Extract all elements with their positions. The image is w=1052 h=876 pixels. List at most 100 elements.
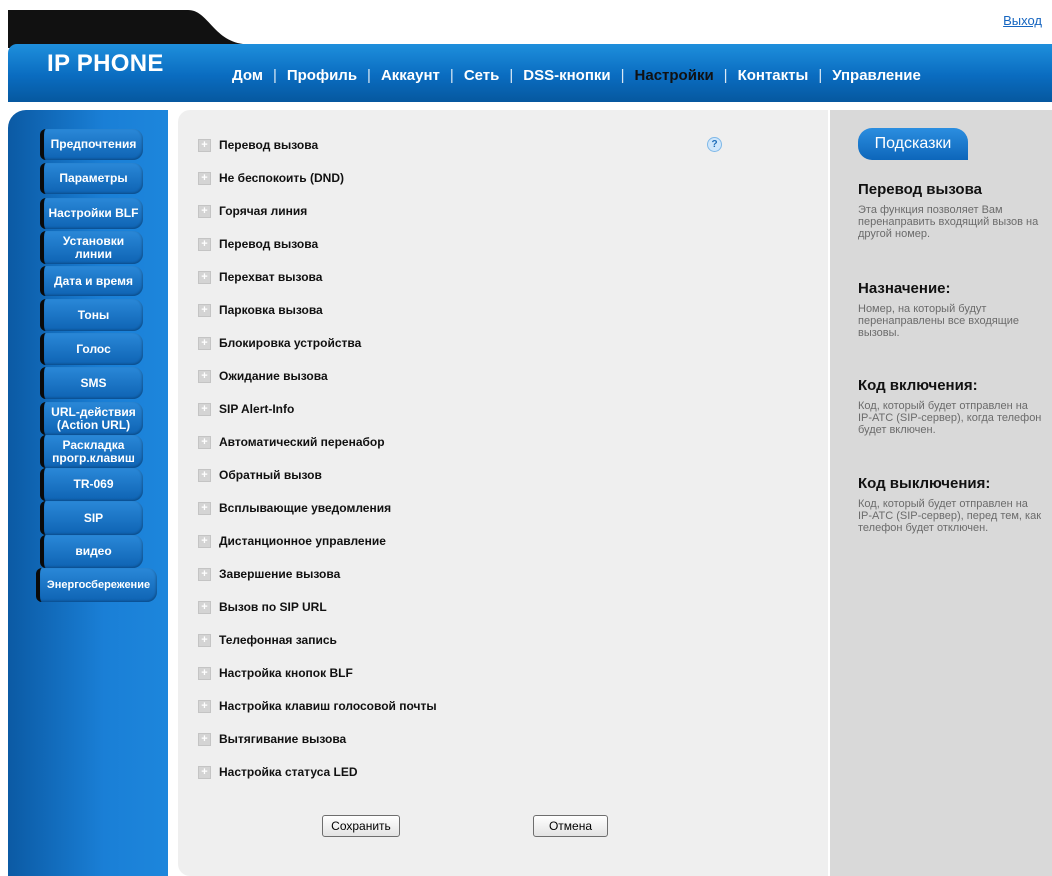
hint-title: Перевод вызова	[858, 181, 982, 198]
section-label: Всплывающие уведомления	[219, 501, 392, 515]
settings-section[interactable]: + Всплывающие уведомления	[198, 500, 391, 516]
nav-separator: |	[509, 66, 514, 84]
expand-icon[interactable]: +	[198, 270, 211, 284]
settings-section[interactable]: + Настройка статуса LED	[198, 764, 358, 780]
section-label: Вызов по SIP URL	[219, 600, 327, 614]
hints-tab: Подсказки	[858, 128, 968, 160]
settings-panel	[178, 110, 828, 876]
settings-section[interactable]: + Вызов по SIP URL	[198, 599, 327, 615]
settings-section[interactable]: + Горячая линия	[198, 203, 307, 219]
settings-section[interactable]: + Настройка кнопок BLF	[198, 665, 353, 681]
sidebar-item-0[interactable]: Предпочтения	[40, 129, 143, 160]
expand-icon[interactable]: +	[198, 732, 211, 746]
header-tab-shape	[8, 10, 1052, 48]
section-label: Настройка клавиш голосовой почты	[219, 699, 437, 713]
nav-separator: |	[620, 66, 625, 84]
nav-item-6[interactable]: Контакты	[738, 67, 809, 84]
expand-icon[interactable]: +	[198, 138, 211, 152]
help-icon[interactable]: ?	[707, 137, 722, 152]
settings-section[interactable]: + Перевод вызова	[198, 236, 318, 252]
section-label: Завершение вызова	[219, 567, 341, 581]
expand-icon[interactable]: +	[198, 402, 211, 416]
sidebar-item-12[interactable]: видео	[40, 535, 143, 568]
sidebar-item-8[interactable]: URL-действия (Action URL)	[40, 402, 143, 435]
section-label: Блокировка устройства	[219, 336, 362, 350]
section-label: Не беспокоить (DND)	[219, 171, 344, 185]
sidebar-item-3[interactable]: Установки линии	[40, 231, 143, 264]
settings-section[interactable]: + Дистанционное управление	[198, 533, 386, 549]
settings-section[interactable]: + Телефонная запись	[198, 632, 337, 648]
expand-icon[interactable]: +	[198, 765, 211, 779]
expand-icon[interactable]: +	[198, 501, 211, 515]
nav-separator: |	[723, 66, 728, 84]
sidebar-item-2[interactable]: Настройки BLF	[40, 198, 143, 229]
nav-item-0[interactable]: Дом	[232, 67, 263, 84]
nav-item-7[interactable]: Управление	[832, 67, 921, 84]
section-label: Дистанционное управление	[219, 534, 386, 548]
settings-section[interactable]: + Блокировка устройства	[198, 335, 361, 351]
settings-section[interactable]: + Автоматический перенабор	[198, 434, 385, 450]
expand-icon[interactable]: +	[198, 369, 211, 383]
section-label: Перевод вызова	[219, 237, 319, 251]
sidebar-item-13[interactable]: Энергосбережение	[36, 568, 157, 602]
sidebar-item-5[interactable]: Тоны	[40, 299, 143, 331]
section-label: Парковка вызова	[219, 303, 323, 317]
nav-item-4[interactable]: DSS-кнопки	[523, 67, 610, 84]
expand-icon[interactable]: +	[198, 633, 211, 647]
hint-title: Код включения:	[858, 377, 978, 394]
expand-icon[interactable]: +	[198, 237, 211, 251]
section-label: SIP Alert-Info	[219, 402, 295, 416]
expand-icon[interactable]: +	[198, 303, 211, 317]
settings-section[interactable]: + Вытягивание вызова	[198, 731, 346, 747]
top-navigation: Дом | Профиль | Аккаунт | Сеть | DSS-кнопки | Наст…	[232, 64, 921, 86]
expand-icon[interactable]: +	[198, 435, 211, 449]
settings-section[interactable]: + Перехват вызова	[198, 269, 322, 285]
expand-icon[interactable]: +	[198, 600, 211, 614]
section-label: Настройка кнопок BLF	[219, 666, 353, 680]
settings-section[interactable]: + Не беспокоить (DND)	[198, 170, 344, 186]
sidebar-item-7[interactable]: SMS	[40, 367, 143, 399]
nav-separator: |	[449, 66, 454, 84]
nav-item-2[interactable]: Аккаунт	[381, 67, 440, 84]
expand-icon[interactable]: +	[198, 699, 211, 713]
nav-separator: |	[367, 66, 371, 84]
section-label: Автоматический перенабор	[219, 435, 385, 449]
settings-section[interactable]: + Завершение вызова	[198, 566, 340, 582]
section-label: Горячая линия	[219, 204, 308, 218]
save-button[interactable]: Сохранить	[322, 815, 400, 837]
expand-icon[interactable]: +	[198, 534, 211, 548]
expand-icon[interactable]: +	[198, 204, 211, 218]
settings-section[interactable]: + Обратный вызов	[198, 467, 322, 483]
expand-icon[interactable]: +	[198, 468, 211, 482]
section-label: Перевод вызова	[219, 138, 319, 152]
nav-item-5[interactable]: Настройки	[635, 67, 714, 84]
settings-section[interactable]: + Настройка клавиш голосовой почты	[198, 698, 437, 714]
hint-title: Код выключения:	[858, 475, 991, 492]
sidebar-item-10[interactable]: TR-069	[40, 468, 143, 501]
nav-separator: |	[272, 66, 277, 84]
nav-item-3[interactable]: Сеть	[464, 67, 500, 84]
settings-section[interactable]: + Перевод вызова	[198, 137, 318, 153]
sidebar-item-4[interactable]: Дата и время	[40, 266, 143, 296]
section-label: Перехват вызова	[219, 270, 323, 284]
section-label: Обратный вызов	[219, 468, 322, 482]
brand-logo: IP PHONE	[47, 50, 164, 77]
sidebar-item-6[interactable]: Голос	[40, 333, 143, 365]
expand-icon[interactable]: +	[198, 567, 211, 581]
section-label: Телефонная запись	[219, 633, 337, 647]
settings-section[interactable]: + Парковка вызова	[198, 302, 323, 318]
hint-text: Код, который будет отправлен на IP-АТС (…	[858, 498, 1042, 534]
nav-item-1[interactable]: Профиль	[287, 67, 357, 84]
sidebar-item-11[interactable]: SIP	[40, 501, 143, 535]
settings-section[interactable]: + SIP Alert-Info	[198, 401, 294, 417]
cancel-button[interactable]: Отмена	[533, 815, 608, 837]
section-label: Настройка статуса LED	[219, 765, 358, 779]
expand-icon[interactable]: +	[198, 336, 211, 350]
settings-section[interactable]: + Ожидание вызова	[198, 368, 328, 384]
section-label: Вытягивание вызова	[219, 732, 347, 746]
sidebar-item-9[interactable]: Раскладка прогр.клавиш	[40, 435, 143, 468]
expand-icon[interactable]: +	[198, 171, 211, 185]
sidebar-item-1[interactable]: Параметры	[40, 163, 143, 194]
section-label: Ожидание вызова	[219, 369, 328, 383]
expand-icon[interactable]: +	[198, 666, 211, 680]
